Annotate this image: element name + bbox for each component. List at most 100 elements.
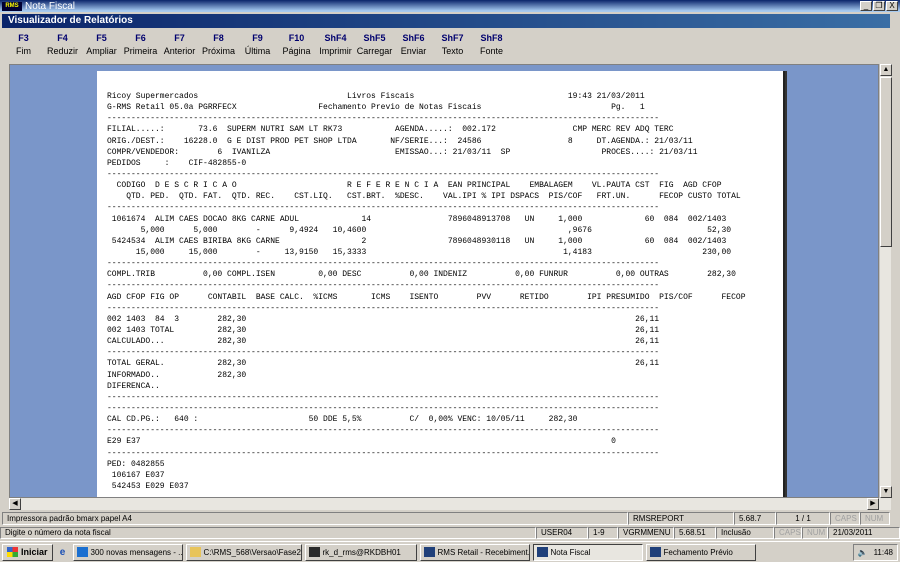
fkey-pagina-button[interactable]: F10 Página (277, 32, 316, 62)
fkey-fim-button[interactable]: F3 Fim (4, 32, 43, 62)
scroll-thumb[interactable] (880, 77, 892, 247)
report-page: Ricoy Supermercados Livros Fiscais 19:43… (97, 71, 785, 497)
app-icon: RMS (2, 1, 22, 11)
report-line: TOTAL GERAL. 282,30 26,11 (107, 359, 660, 369)
menu-status: VGRMMENU (618, 527, 674, 539)
viewer-status-bar: Impressora padrão bmarx papel A4 RMSREPO… (2, 512, 898, 526)
taskbar-button[interactable]: RMS Retail - Recebiment... (419, 543, 530, 561)
fkey-imprimir-button[interactable]: ShF4 Imprimir (316, 32, 355, 62)
fkey-texto-button[interactable]: ShF7 Texto (433, 32, 472, 62)
maximize-button[interactable]: ❐ (873, 1, 885, 11)
report-line: 1061674 ALIM CAES DOCAO 8KG CARNE ADUL 1… (107, 214, 727, 224)
report-viewport[interactable]: Ricoy Supermercados Livros Fiscais 19:43… (9, 64, 879, 498)
fkey-label: Texto (441, 46, 464, 56)
taskbar: Iniciar e 300 novas mensagens - ... C:\RM… (0, 541, 900, 562)
report-line: 002 1403 TOTAL 282,30 26,11 (107, 325, 660, 335)
report-line: ----------------------------------------… (107, 114, 660, 124)
viewer-title: Visualizador de Relatórios (2, 14, 890, 28)
version-status: 5.68.7 (734, 512, 776, 525)
fkey-label: Enviar (400, 46, 427, 56)
minimize-button[interactable]: _ (860, 1, 872, 11)
taskbar-button-label: 300 novas mensagens - ... (90, 547, 183, 557)
taskbar-button[interactable]: rk_d_rms@RKDBH01 (304, 543, 417, 561)
taskbar-button[interactable]: Fechamento Prévio (645, 543, 756, 561)
clock: 11:48 (873, 548, 893, 557)
fkey-code: F7 (174, 33, 185, 43)
caps-indicator: CAPS (830, 512, 860, 525)
window-title: Nota Fiscal (25, 0, 76, 12)
ie-quicklaunch-icon[interactable]: e (56, 545, 70, 559)
printer-status: Impressora padrão bmarx papel A4 (2, 512, 628, 525)
report-line: DIFERENCA.. (107, 381, 160, 391)
fkey-primeira-button[interactable]: F6 Primeira (121, 32, 160, 62)
fkey-ultima-button[interactable]: F9 Última (238, 32, 277, 62)
report-line: ----------------------------------------… (107, 426, 660, 436)
report-line: COMPL.TRIB 0,00 COMPL.ISEN 0,00 DESC 0,0… (107, 270, 736, 280)
code-status: 1-9 (588, 527, 618, 539)
fkey-proxima-button[interactable]: F8 Próxima (199, 32, 238, 62)
fkey-carregar-button[interactable]: ShF5 Carregar (355, 32, 394, 62)
page-status: 1 / 1 (776, 512, 830, 525)
app-status-bar: Digite o número da nota fiscal USER04 1-… (0, 527, 900, 539)
fkey-anterior-button[interactable]: F7 Anterior (160, 32, 199, 62)
fkey-fonte-button[interactable]: ShF8 Fonte (472, 32, 511, 62)
scroll-right-button[interactable]: ▶ (867, 498, 879, 510)
fkey-label: Ampliar (86, 46, 117, 56)
taskbar-button-label: Fechamento Prévio (663, 547, 733, 557)
start-button[interactable]: Iniciar (2, 543, 53, 561)
report-line: ----------------------------------------… (107, 403, 660, 413)
fkey-code: F3 (18, 33, 29, 43)
volume-icon[interactable]: 🔈 (858, 548, 868, 557)
fkey-code: F4 (57, 33, 68, 43)
report-line: ----------------------------------------… (107, 303, 660, 313)
mode-status: Inclusão (716, 527, 774, 539)
vertical-scrollbar[interactable]: ▲ ▼ (879, 64, 892, 498)
report-line: ----------------------------------------… (107, 203, 660, 213)
close-button[interactable]: X (886, 1, 898, 11)
fkey-code: ShF4 (324, 33, 347, 43)
scroll-left-button[interactable]: ◀ (9, 498, 21, 510)
report-line: PED: 0482855 (107, 459, 165, 469)
fkey-enviar-button[interactable]: ShF6 Enviar (394, 32, 433, 62)
fkey-label: Carregar (356, 46, 393, 56)
ie-icon (76, 547, 88, 557)
fkey-label: Imprimir (319, 46, 352, 56)
report-line: CAL CD.PG.: 640 : 50 DDE 5,5% C/ 0,00% V… (107, 415, 578, 425)
caps-indicator-2: CAPS (774, 527, 802, 539)
fkey-code: ShF5 (363, 33, 386, 43)
fkey-reduzir-button[interactable]: F4 Reduzir (43, 32, 82, 62)
taskbar-button-label: C:\RMS_568\Versao\Fase2 (203, 547, 301, 557)
fkey-label: Última (244, 46, 271, 56)
report-line: ORIG./DEST.: 16228.0 G E DIST PROD PET S… (107, 136, 693, 146)
report-line: AGD CFOP FIG OP CONTABIL BASE CALC. %ICM… (107, 292, 746, 302)
fkey-ampliar-button[interactable]: F5 Ampliar (82, 32, 121, 62)
report-line: 002 1403 84 3 282,30 26,11 (107, 314, 660, 324)
taskbar-button[interactable]: Nota Fiscal (532, 543, 643, 561)
fkey-code: F6 (135, 33, 146, 43)
terminal-icon (308, 547, 320, 557)
fkey-code: F5 (96, 33, 107, 43)
fkey-label: Anterior (163, 46, 196, 56)
report-line: CODIGO D E S C R I C A O R E F E R E N C… (107, 181, 722, 191)
fkey-label: Fonte (479, 46, 503, 56)
fkey-code: F10 (288, 33, 305, 43)
taskbar-button[interactable]: C:\RMS_568\Versao\Fase2 (185, 543, 302, 561)
taskbar-button[interactable]: 300 novas mensagens - ... (72, 543, 183, 561)
report-line: 15,000 15,000 - 13,9150 15,3333 1,4183 2… (107, 247, 732, 257)
rms-icon (649, 547, 661, 557)
report-line: G-RMS Retail 05.0a PGRRFECX Fechamento P… (107, 103, 645, 113)
scroll-down-button[interactable]: ▼ (880, 486, 892, 498)
horizontal-scrollbar[interactable]: ◀ ▶ (9, 498, 891, 510)
num-indicator-2: NUM (802, 527, 828, 539)
report-line: ----------------------------------------… (107, 448, 660, 458)
rms-icon (423, 547, 435, 557)
start-label: Iniciar (21, 547, 48, 557)
report-line: FILIAL.....: 73.6 SUPERM NUTRI SAM LT RK… (107, 125, 674, 135)
window-titlebar: RMS Nota Fiscal _ ❐ X (0, 0, 900, 12)
app-version-status: 5.68.51 (674, 527, 716, 539)
date-status: 21/03/2011 (828, 527, 900, 539)
scroll-up-button[interactable]: ▲ (880, 64, 892, 76)
fkey-label: Página (282, 46, 311, 56)
report-line: Ricoy Supermercados Livros Fiscais 19:43… (107, 92, 645, 101)
report-line: PEDIDOS : CIF-482855-0 (107, 158, 247, 168)
